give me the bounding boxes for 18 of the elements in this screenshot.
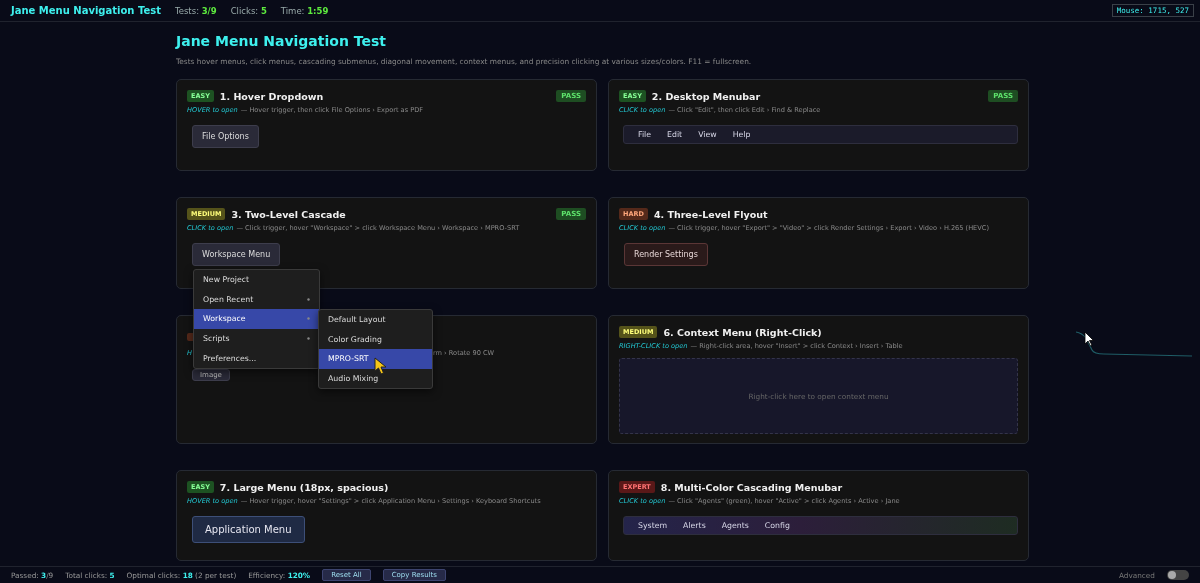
menu-trigger-button[interactable]: File Options (192, 125, 259, 148)
stat-text: Tests: 3/9 (174, 5, 217, 16)
menu-trigger-button[interactable]: Render Settings (624, 243, 708, 266)
cursor-icon (374, 357, 388, 375)
stat-text: Clicks: 5 (230, 5, 267, 16)
card-title: 8. Multi-Color Cascading Menubar (660, 481, 843, 493)
card-title: 6. Context Menu (Right-Click) (663, 326, 822, 338)
stat-text: Time: 1:59 (280, 5, 329, 16)
app-title: Jane Menu Navigation Test (11, 5, 161, 16)
card-title: 3. Two-Level Cascade (231, 208, 346, 220)
page-heading: Jane Menu Navigation Test (176, 33, 387, 50)
card-title: 1. Hover Dropdown (219, 90, 324, 102)
card-title: 2. Desktop Menubar (651, 90, 761, 102)
toggle-switch[interactable] (1167, 570, 1189, 580)
menu-trigger-button[interactable]: Workspace Menu (192, 243, 281, 266)
card-title: 7. Large Menu (18px, spacious) (219, 481, 389, 493)
menu-trigger-button[interactable]: Application Menu (192, 516, 305, 543)
card-title: 4. Three-Level Flyout (653, 208, 768, 220)
